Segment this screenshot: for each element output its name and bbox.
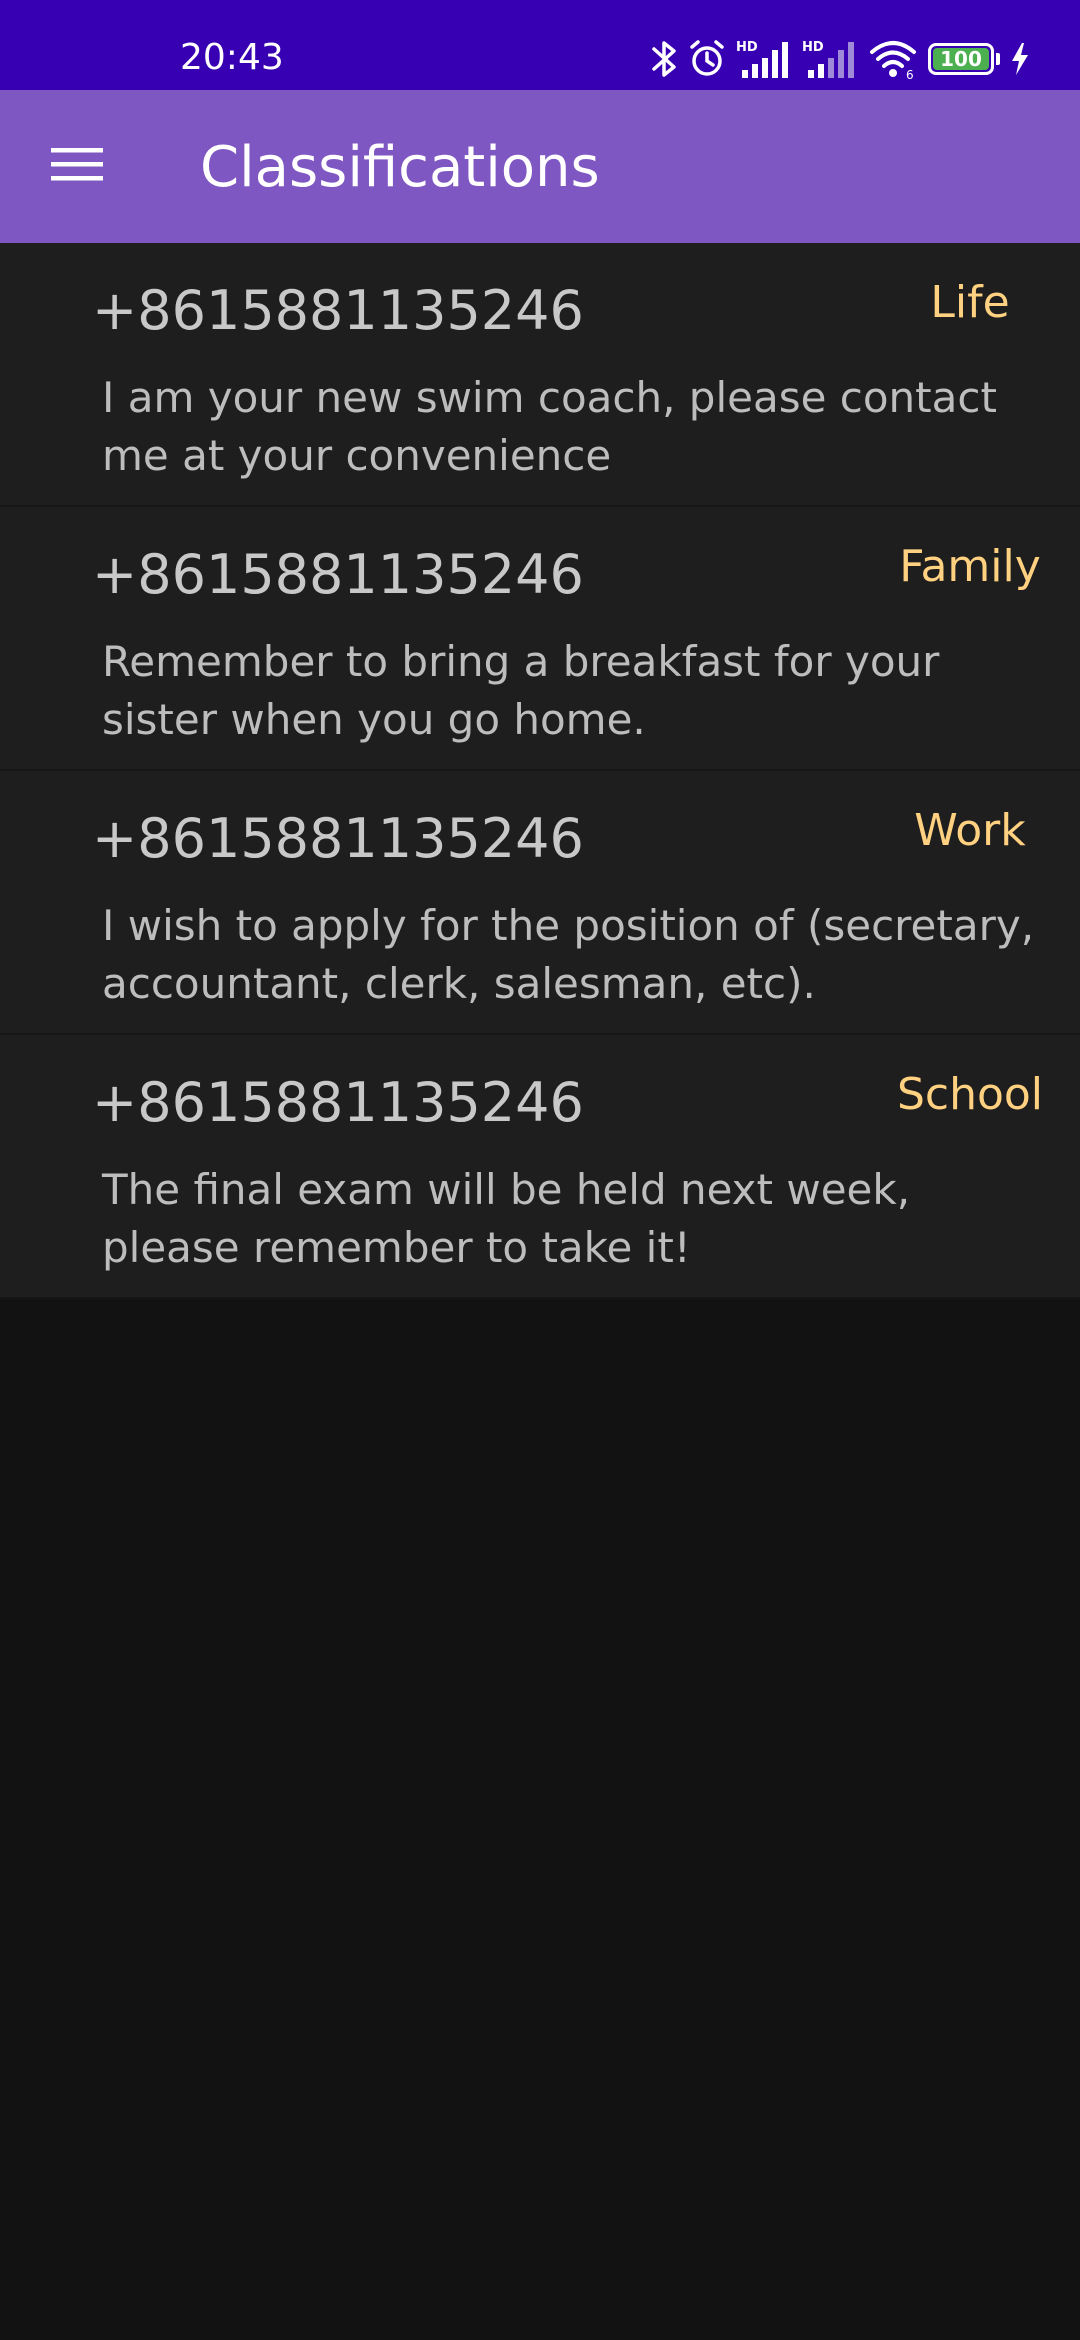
message-body: The final exam will be held next week, p… (102, 1165, 911, 1272)
hamburger-menu-icon (49, 144, 105, 188)
battery-icon: 100 (928, 43, 994, 75)
category-label: Family (899, 541, 1041, 592)
status-icons: HD HD 6 100 (650, 30, 1030, 88)
svg-text:HD: HD (736, 40, 758, 55)
screen: 20:43 HD HD 6 100 Classifications +86158… (0, 0, 1080, 2340)
svg-text:6: 6 (906, 68, 914, 80)
sender-number: +8615881135246 (92, 807, 584, 870)
battery-level: 100 (940, 47, 982, 71)
battery-tip (996, 53, 1000, 65)
page-title: Classifications (200, 135, 600, 200)
charging-icon (1010, 43, 1030, 75)
category-label: Work (914, 805, 1026, 856)
list-item[interactable]: +8615881135246 Work I wish to apply for … (0, 771, 1080, 1035)
app-bar: Classifications (0, 90, 1080, 243)
message-body: Remember to bring a breakfast for your s… (102, 637, 940, 744)
message-body: I am your new swim coach, please contact… (102, 373, 997, 480)
message-list: +8615881135246 Life I am your new swim c… (0, 243, 1080, 1299)
signal-hd-icon: HD (736, 38, 792, 80)
list-item[interactable]: +8615881135246 Life I am your new swim c… (0, 243, 1080, 507)
wifi-icon: 6 (868, 38, 918, 80)
sender-number: +8615881135246 (92, 279, 584, 342)
status-time: 20:43 (180, 37, 284, 78)
message-body: I wish to apply for the position of (sec… (102, 901, 1035, 1008)
sender-number: +8615881135246 (92, 543, 584, 606)
category-label: School (896, 1069, 1044, 1120)
svg-text:HD: HD (802, 40, 824, 55)
category-label: Life (930, 277, 1010, 328)
status-bar: 20:43 HD HD 6 100 (0, 0, 1080, 90)
signal-hd-icon: HD (802, 38, 858, 80)
alarm-icon (688, 39, 726, 79)
sender-number: +8615881135246 (92, 1071, 584, 1134)
bluetooth-icon (650, 39, 678, 79)
list-item[interactable]: +8615881135246 School The final exam wil… (0, 1035, 1080, 1299)
menu-button[interactable] (36, 130, 118, 202)
list-item[interactable]: +8615881135246 Family Remember to bring … (0, 507, 1080, 771)
